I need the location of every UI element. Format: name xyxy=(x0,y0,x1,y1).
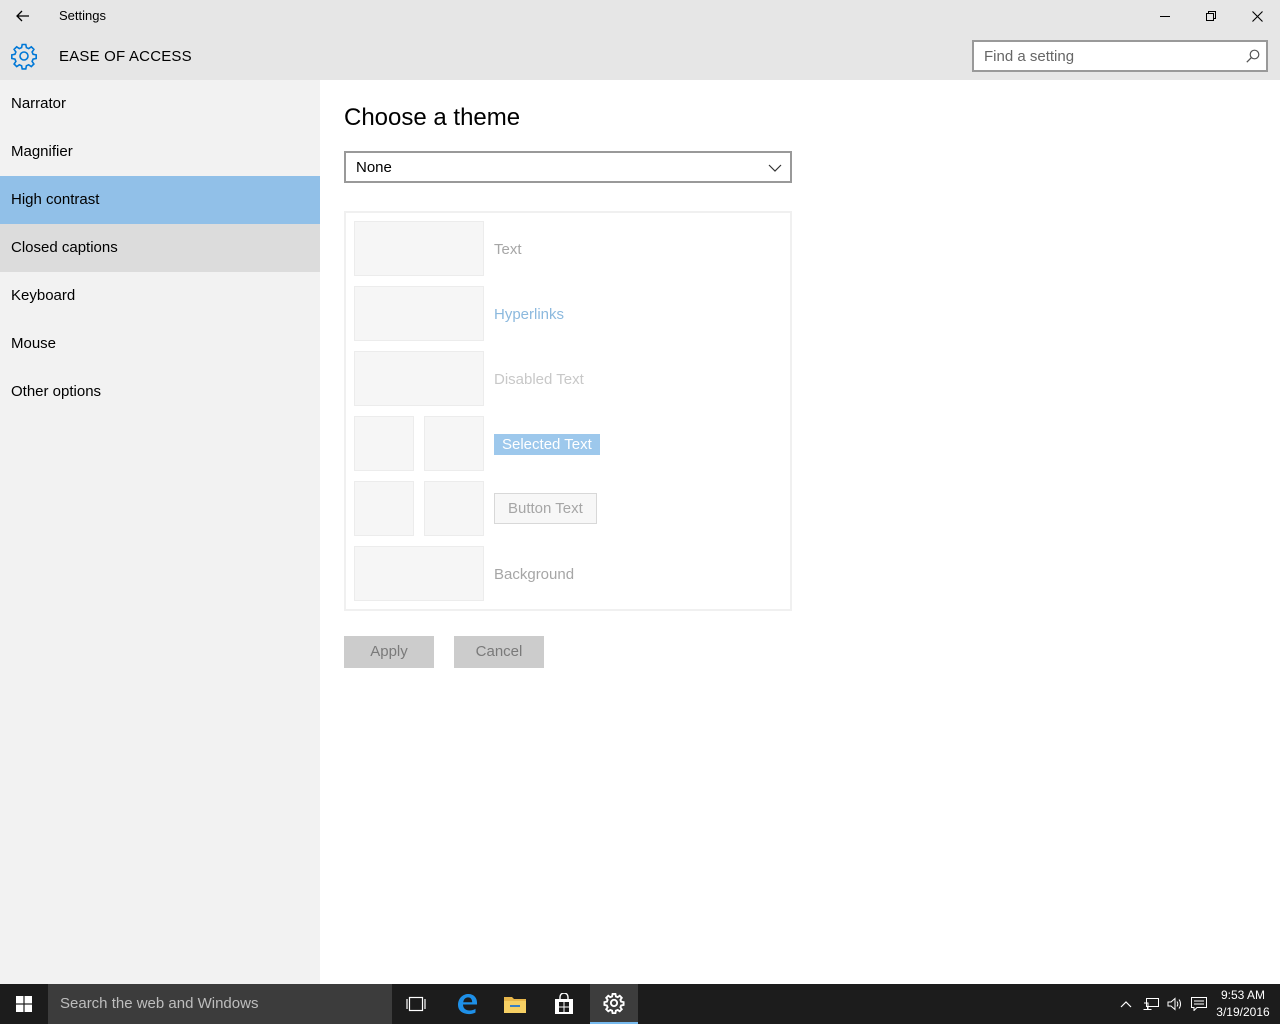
app-title: Settings xyxy=(59,8,106,23)
windows-logo-icon xyxy=(16,996,32,1012)
action-center-icon xyxy=(1191,997,1207,1011)
cancel-button[interactable]: Cancel xyxy=(454,636,544,668)
disabled-text-color-swatch[interactable] xyxy=(354,351,484,406)
sidebar-item-high-contrast[interactable]: High contrast xyxy=(0,176,320,224)
taskbar-search-box[interactable]: Search the web and Windows xyxy=(48,984,392,1024)
start-button[interactable] xyxy=(0,984,48,1024)
sidebar-item-other-options[interactable]: Other options xyxy=(0,368,320,416)
sidebar-item-narrator[interactable]: Narrator xyxy=(0,80,320,128)
preview-hyperlinks-label: Hyperlinks xyxy=(494,306,565,323)
sidebar-item-closed-captions[interactable]: Closed captions xyxy=(0,224,320,272)
taskbar-search-placeholder: Search the web and Windows xyxy=(60,995,259,1012)
clock-time: 9:53 AM xyxy=(1220,988,1266,1002)
preview-selected-label: Selected Text xyxy=(494,434,600,455)
chevron-up-icon xyxy=(1120,1001,1132,1008)
preview-disabled-label: Disabled Text xyxy=(494,371,584,388)
settings-search-box[interactable] xyxy=(972,40,1268,72)
network-icon xyxy=(1143,998,1159,1010)
sidebar-item-keyboard[interactable]: Keyboard xyxy=(0,272,320,320)
show-hidden-icons-button[interactable] xyxy=(1114,984,1138,1024)
taskbar-clock[interactable]: 9:53 AM 3/19/2016 xyxy=(1212,987,1274,1021)
title-bar: Settings xyxy=(0,0,1280,32)
close-button[interactable] xyxy=(1234,0,1280,32)
search-input[interactable] xyxy=(974,42,1234,70)
back-button[interactable] xyxy=(0,0,46,32)
theme-dropdown-value: None xyxy=(356,159,392,176)
gear-icon xyxy=(11,43,37,70)
preview-button-label: Button Text xyxy=(494,493,597,524)
selected-text-bg-swatch[interactable] xyxy=(424,416,484,471)
action-center-button[interactable] xyxy=(1187,984,1211,1024)
chevron-down-icon xyxy=(768,164,782,172)
task-view-icon xyxy=(406,996,426,1012)
text-color-swatch[interactable] xyxy=(354,221,484,276)
back-arrow-icon xyxy=(16,10,29,22)
button-text-fg-swatch[interactable] xyxy=(354,481,414,536)
volume-tray-button[interactable] xyxy=(1163,984,1187,1024)
restore-icon xyxy=(1206,11,1216,21)
minimize-icon xyxy=(1160,16,1170,17)
preview-text-label: Text xyxy=(494,241,522,258)
store-taskbar-button[interactable] xyxy=(540,984,588,1024)
restore-button[interactable] xyxy=(1188,0,1234,32)
page-title: Choose a theme xyxy=(344,104,521,131)
network-tray-button[interactable] xyxy=(1139,984,1163,1024)
sidebar: Narrator Magnifier High contrast Closed … xyxy=(0,80,320,984)
sidebar-item-magnifier[interactable]: Magnifier xyxy=(0,128,320,176)
sidebar-item-mouse[interactable]: Mouse xyxy=(0,320,320,368)
close-icon xyxy=(1251,10,1263,22)
apply-button[interactable]: Apply xyxy=(344,636,434,668)
store-icon xyxy=(555,993,573,1014)
settings-taskbar-button[interactable] xyxy=(590,984,638,1024)
theme-preview-panel: Text Hyperlinks Disabled Text Selected T… xyxy=(344,211,792,611)
selected-text-fg-swatch[interactable] xyxy=(354,416,414,471)
clock-date: 3/19/2016 xyxy=(1216,1005,1270,1019)
taskbar: Search the web and Windows 9:53 AM 3/19/… xyxy=(0,984,1280,1024)
section-title: EASE OF ACCESS xyxy=(59,48,192,65)
minimize-button[interactable] xyxy=(1142,0,1188,32)
button-text-bg-swatch[interactable] xyxy=(424,481,484,536)
file-explorer-taskbar-button[interactable] xyxy=(491,984,539,1024)
page-header: EASE OF ACCESS xyxy=(0,32,1280,80)
settings-icon xyxy=(603,993,625,1014)
file-explorer-icon xyxy=(504,997,526,1013)
volume-icon xyxy=(1167,997,1181,1011)
task-view-button[interactable] xyxy=(392,984,440,1024)
search-icon[interactable] xyxy=(1246,49,1260,63)
edge-taskbar-button[interactable] xyxy=(443,984,491,1024)
background-color-swatch[interactable] xyxy=(354,546,484,601)
preview-background-label: Background xyxy=(494,566,575,583)
edge-icon xyxy=(458,994,477,1015)
theme-dropdown[interactable]: None xyxy=(344,151,792,183)
hyperlink-color-swatch[interactable] xyxy=(354,286,484,341)
